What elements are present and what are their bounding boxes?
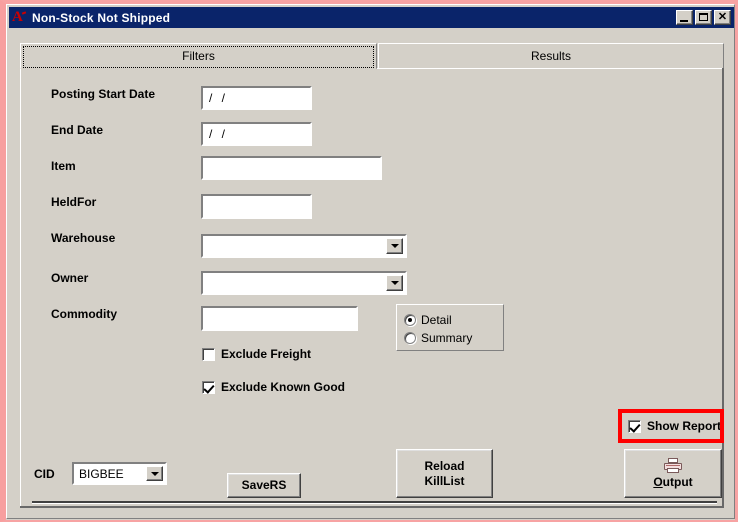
end-date-input[interactable]: / / — [201, 122, 312, 146]
label-end-date: End Date — [51, 123, 103, 137]
checkbox-exclude-known-good-box — [202, 381, 215, 394]
reload-killlist-line1: Reload — [424, 459, 464, 474]
radio-detail[interactable]: Detail — [404, 313, 452, 327]
checkbox-show-report-label: Show Report — [647, 419, 721, 433]
checkbox-exclude-known-good-label: Exclude Known Good — [221, 380, 345, 394]
chevron-down-icon[interactable] — [386, 238, 403, 254]
checkbox-exclude-freight-label: Exclude Freight — [221, 347, 311, 361]
output-rest: utput — [663, 475, 693, 489]
save-rs-button[interactable]: SaveRS — [227, 473, 301, 498]
radio-summary-label: Summary — [421, 331, 472, 345]
output-accel: O — [653, 475, 662, 489]
save-rs-label: SaveRS — [242, 478, 287, 493]
radio-detail-indicator — [404, 314, 416, 326]
checkbox-exclude-known-good[interactable]: Exclude Known Good — [202, 380, 345, 394]
label-owner: Owner — [51, 271, 88, 285]
output-button[interactable]: Output — [624, 449, 722, 498]
title-bar: A Non-Stock Not Shipped ✕ — [9, 7, 734, 28]
posting-start-date-input[interactable]: / / — [201, 86, 312, 110]
label-item: Item — [51, 159, 76, 173]
tab-strip: Filters Results — [20, 43, 724, 69]
item-input[interactable] — [201, 156, 382, 180]
close-glyph: ✕ — [715, 11, 730, 24]
application-window: A Non-Stock Not Shipped ✕ Filters Result… — [6, 4, 735, 519]
posting-start-date-value: / / — [209, 91, 228, 105]
label-posting-start-date: Posting Start Date — [51, 87, 155, 101]
owner-combobox[interactable] — [201, 271, 407, 295]
printer-icon — [664, 458, 682, 473]
window-title: Non-Stock Not Shipped — [32, 11, 676, 25]
close-icon[interactable]: ✕ — [714, 10, 731, 25]
checkbox-exclude-freight[interactable]: Exclude Freight — [202, 347, 311, 361]
tab-filters-label: Filters — [182, 49, 215, 63]
tab-results-label: Results — [531, 49, 571, 63]
commodity-input[interactable] — [201, 306, 358, 331]
label-heldfor: HeldFor — [51, 195, 96, 209]
chevron-down-icon[interactable] — [386, 275, 403, 291]
cid-combobox[interactable]: BIGBEE — [72, 462, 167, 485]
checkbox-exclude-freight-box — [202, 348, 215, 361]
reload-killlist-button[interactable]: Reload KillList — [396, 449, 493, 498]
checkbox-show-report[interactable]: Show Report — [628, 419, 721, 433]
tab-results[interactable]: Results — [378, 43, 724, 69]
label-cid: CID — [34, 467, 55, 481]
reload-killlist-line2: KillList — [424, 474, 464, 489]
minimize-button[interactable] — [676, 10, 693, 25]
checkbox-show-report-box — [628, 420, 641, 433]
radio-summary[interactable]: Summary — [404, 331, 472, 345]
app-a-icon: A — [12, 10, 28, 26]
chevron-down-icon[interactable] — [146, 466, 163, 481]
application-screen: A Non-Stock Not Shipped ✕ Filters Result… — [0, 0, 738, 522]
tab-filters[interactable]: Filters — [20, 43, 377, 69]
window-controls: ✕ — [676, 10, 731, 25]
end-date-value: / / — [209, 127, 228, 141]
output-label: Output — [653, 475, 692, 490]
radio-summary-indicator — [404, 332, 416, 344]
warehouse-combobox[interactable] — [201, 234, 407, 258]
maximize-button[interactable] — [695, 10, 712, 25]
radio-detail-label: Detail — [421, 313, 452, 327]
cid-value: BIGBEE — [79, 467, 124, 481]
heldfor-input[interactable] — [201, 194, 312, 219]
footer-divider — [32, 501, 717, 503]
label-warehouse: Warehouse — [51, 231, 115, 245]
label-commodity: Commodity — [51, 307, 117, 321]
